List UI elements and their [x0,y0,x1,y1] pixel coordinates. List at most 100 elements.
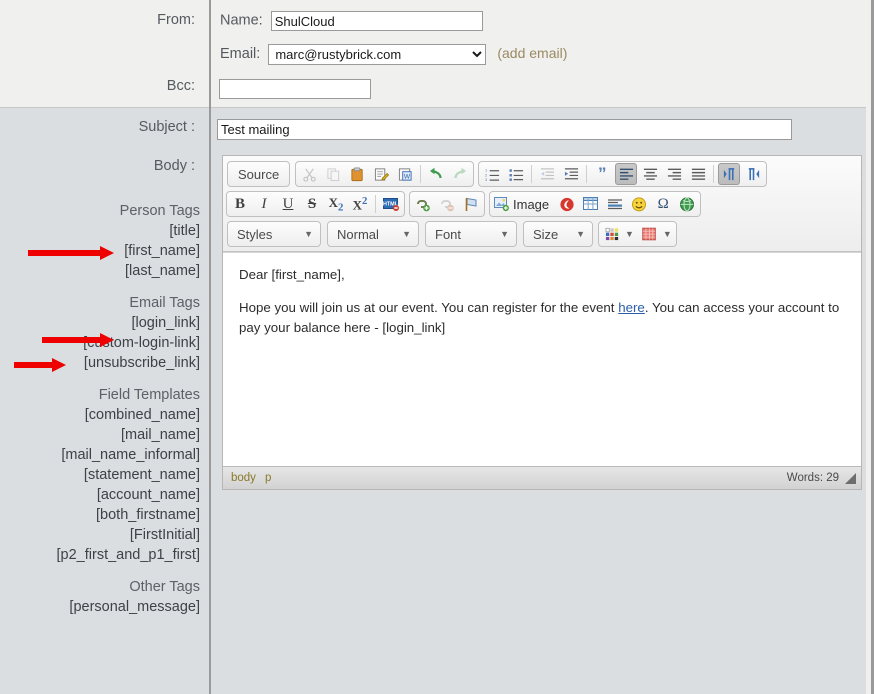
tag-item-p2-first-and-p1-first[interactable]: [p2_first_and_p1_first] [0,545,200,565]
chevron-down-icon: ▼ [304,229,313,239]
tag-item-login-link[interactable]: [login_link] [0,313,200,333]
name-label: Name: [220,12,263,29]
bold-icon[interactable]: B [229,193,251,215]
paragraph-format-combo[interactable]: Normal ▼ [327,221,419,247]
chevron-down-icon: ▼ [500,229,509,239]
chevron-down-icon[interactable]: ▼ [625,229,634,239]
subject-input[interactable] [217,119,792,140]
text-direction-rtl-icon[interactable] [742,163,764,185]
styles-combo[interactable]: Styles ▼ [227,221,321,247]
editor-inline-link[interactable]: here [618,300,645,315]
toolbar-separator [713,165,715,183]
undo-icon[interactable] [425,163,447,185]
resize-grip-icon[interactable] [845,472,856,484]
add-email-link[interactable]: (add email) [497,45,567,61]
email-label: Email: [220,46,261,62]
toolbar-separator [531,165,533,183]
align-left-icon[interactable] [615,163,638,185]
merge-tag-list: Person Tags [title] [first_name] [last_n… [0,201,200,617]
element-path-body[interactable]: body [231,472,256,484]
tag-item-last-name[interactable]: [last_name] [0,261,200,281]
horizontal-rule-icon[interactable] [604,193,626,215]
clipboard-group: W [295,161,475,187]
paste-as-plain-text-icon[interactable] [370,163,392,185]
remove-format-icon[interactable]: HTML [380,193,402,215]
from-label: From: [157,12,195,28]
blockquote-icon[interactable]: ” [591,163,613,185]
source-button[interactable]: Source [227,161,291,187]
indent-icon[interactable] [560,163,582,185]
table-icon[interactable] [580,193,602,215]
svg-text:3: 3 [485,177,488,182]
basic-styles-group: B I U S X2 X2 HTML [226,191,405,217]
element-path-p[interactable]: p [265,472,271,484]
outdent-icon[interactable] [536,163,558,185]
tag-item-account-name[interactable]: [account_name] [0,485,200,505]
font-combo[interactable]: Font ▼ [425,221,517,247]
from-name-input[interactable] [270,11,483,31]
word-count-label: Words: 29 [786,472,839,484]
from-name-row: Name: [220,10,483,31]
color-group: ▼ ▼ [598,221,677,247]
bcc-label: Bcc: [166,78,195,94]
editor-toolbar: Source W 1 2 3 ” B I U S X2 X2 HTML Imag… [223,156,861,252]
font-size-combo[interactable]: Size ▼ [523,221,593,247]
paragraph-format-combo-label: Normal [337,226,379,242]
tag-item-combined-name[interactable]: [combined_name] [0,405,200,425]
paste-icon[interactable] [346,163,368,185]
tag-item-title[interactable]: [title] [0,221,200,241]
superscript-icon[interactable]: X2 [349,193,371,215]
insert-group: Image Ω [489,191,702,217]
list-and-align-group: 123 ” [478,161,768,187]
chevron-down-icon: ▼ [576,229,585,239]
tag-group-heading: Email Tags [129,295,200,311]
anchor-icon[interactable] [460,193,482,215]
from-email-select[interactable]: marc@rustybrick.com [268,44,487,65]
image-button[interactable]: Image [491,193,555,215]
background-color-button[interactable] [639,223,661,245]
text-color-button[interactable] [601,223,623,245]
rich-text-editor[interactable]: Source W 1 2 3 ” B I U S X2 X2 HTML Imag… [222,155,862,490]
bulleted-list-icon[interactable] [505,163,527,185]
tag-group-heading: Other Tags [129,579,200,595]
section-divider-horizontal [0,107,866,108]
paste-from-word-icon[interactable]: W [394,163,416,185]
chevron-down-icon: ▼ [402,229,411,239]
special-character-icon[interactable]: Ω [652,193,674,215]
page-break-icon[interactable] [676,193,698,215]
redo-icon[interactable] [449,163,471,185]
bcc-input[interactable] [219,79,371,99]
italic-icon[interactable]: I [253,193,275,215]
smiley-icon[interactable] [628,193,650,215]
tag-item-statement-name[interactable]: [statement_name] [0,465,200,485]
numbered-list-icon[interactable]: 123 [481,163,503,185]
image-button-label: Image [513,196,550,212]
link-icon[interactable] [412,193,434,215]
subscript-icon[interactable]: X2 [325,193,347,215]
flash-icon[interactable] [556,193,578,215]
tag-item-first-initial[interactable]: [FirstInitial] [0,525,200,545]
cut-icon[interactable] [298,163,320,185]
underline-icon[interactable]: U [277,193,299,215]
tag-item-mail-name-informal[interactable]: [mail_name_informal] [0,445,200,465]
chevron-down-icon[interactable]: ▼ [663,229,672,239]
styles-combo-label: Styles [237,226,273,242]
editor-text-before-link: Hope you will join us at our event. You … [239,299,619,315]
editor-content-area[interactable]: Dear [first_name], Hope you will join us… [223,252,861,466]
font-size-combo-label: Size [533,226,559,242]
toolbar-separator [586,165,588,183]
align-center-icon[interactable] [639,163,661,185]
unlink-icon[interactable] [436,193,458,215]
tag-item-personal-message[interactable]: [personal_message] [0,597,200,617]
tag-item-mail-name[interactable]: [mail_name] [0,425,200,445]
editor-toolbar-row-3: Styles ▼ Normal ▼ Font ▼ Size ▼ ▼ ▼ [225,219,859,249]
tag-item-both-firstname[interactable]: [both_firstname] [0,505,200,525]
toolbar-separator [375,195,376,213]
element-path: body p [231,472,271,484]
font-combo-label: Font [435,226,462,242]
strikethrough-icon[interactable]: S [301,193,323,215]
align-justify-icon[interactable] [687,163,709,185]
text-direction-ltr-icon[interactable] [718,163,741,185]
align-right-icon[interactable] [663,163,685,185]
copy-icon[interactable] [322,163,344,185]
